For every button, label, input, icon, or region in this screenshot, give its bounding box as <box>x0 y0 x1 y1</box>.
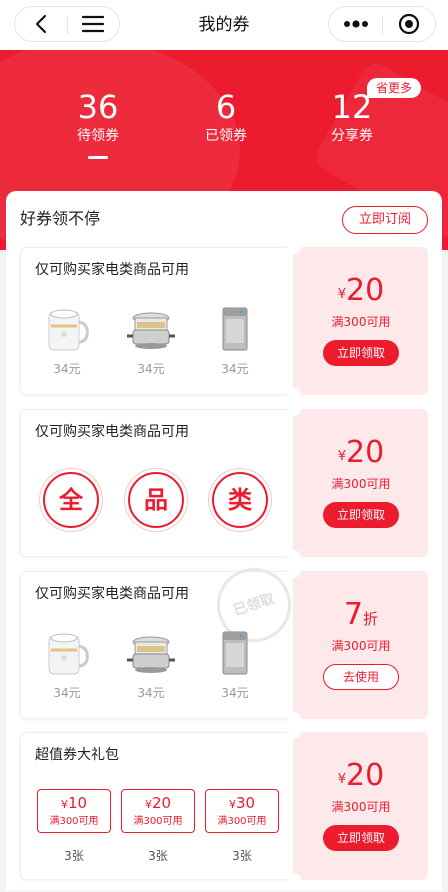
washing-machine-icon <box>203 296 267 354</box>
subscribe-button[interactable]: 立即订阅 <box>342 206 428 234</box>
stat-pending[interactable]: 36 待领券 <box>38 88 158 146</box>
product-price: 34元 <box>221 362 249 376</box>
product-item[interactable]: 34元 <box>203 296 267 377</box>
category-char: 全 <box>43 472 99 528</box>
coupon-value: 7折 满300可用 去使用 <box>294 571 428 719</box>
product-price: 34元 <box>137 362 165 376</box>
more-button[interactable] <box>329 7 382 41</box>
discount-unit: 折 <box>363 610 379 628</box>
currency-symbol: ¥ <box>228 798 236 811</box>
coupon-value: ¥20 满300可用 立即领取 <box>294 732 428 880</box>
ticket-notch <box>287 725 301 739</box>
coupon-amount: ¥20 <box>294 758 428 794</box>
coupon-name: 仅可购买家电类商品可用 <box>35 424 189 440</box>
save-more-badge[interactable]: 省更多 <box>367 78 421 98</box>
product-item[interactable]: 34元 <box>35 296 99 377</box>
product-price: 34元 <box>221 686 249 700</box>
amount-value: 20 <box>151 794 172 812</box>
coupon-name: 仅可购买家电类商品可用 <box>35 586 189 602</box>
coupon-info: 仅可购买家电类商品可用 34元 34元 34元 <box>20 247 294 395</box>
product-item[interactable]: 34元 <box>119 620 183 701</box>
more-dots-icon <box>343 20 368 28</box>
bundle-coupon: ¥10 满300可用 <box>37 789 111 833</box>
close-miniapp-button[interactable] <box>382 7 435 41</box>
kettle-icon <box>35 296 99 354</box>
nav-right-capsule <box>328 6 436 42</box>
stat-value: 36 <box>77 88 119 126</box>
amount-value: 20 <box>346 758 385 793</box>
product-price: 34元 <box>53 686 81 700</box>
stat-label: 分享券 <box>331 128 373 144</box>
coupon-info: 超值券大礼包 ¥10 满300可用 ¥20 满300可用 ¥30 满300可用 … <box>20 732 294 880</box>
coupon-condition: 满300可用 <box>331 639 391 653</box>
ticket-notch <box>287 240 301 254</box>
amount-value: 20 <box>346 435 385 470</box>
currency-symbol: ¥ <box>337 449 347 464</box>
currency-symbol: ¥ <box>337 287 347 302</box>
amount-value: 7 <box>343 597 364 632</box>
steamer-pot-icon <box>119 620 183 678</box>
stat-value: 6 <box>215 88 237 126</box>
amount-value: 30 <box>235 794 256 812</box>
ticket-notch <box>287 550 301 564</box>
bundle-count: 3张 <box>148 849 168 863</box>
claim-button[interactable]: 立即领取 <box>323 340 399 366</box>
category-char: 类 <box>212 472 268 528</box>
currency-symbol: ¥ <box>144 798 152 811</box>
ticket-notch <box>287 712 301 726</box>
bundle-coupon: ¥30 满300可用 <box>205 789 279 833</box>
claim-button[interactable]: 立即领取 <box>323 502 399 528</box>
category-char: 品 <box>128 472 184 528</box>
coupon-condition: 满300可用 <box>331 315 391 329</box>
use-button[interactable]: 去使用 <box>323 664 399 690</box>
coupon-card: 已领取 仅可购买家电类商品可用 34元 34元 34元 7折 满300可用 去使… <box>20 558 428 726</box>
product-item[interactable]: 34元 <box>119 296 183 377</box>
coupon-card: 仅可购买家电类商品可用 全 品 类 ¥20 满300可用 立即领取 <box>20 402 428 564</box>
product-price: 34元 <box>137 686 165 700</box>
bundle-count: 3张 <box>232 849 252 863</box>
currency-symbol: ¥ <box>337 772 347 787</box>
coupon-card: 超值券大礼包 ¥10 满300可用 ¥20 满300可用 ¥30 满300可用 … <box>20 725 428 887</box>
product-item[interactable]: 34元 <box>35 620 99 701</box>
steamer-pot-icon <box>119 296 183 354</box>
coupon-condition: 满300可用 <box>331 477 391 491</box>
coupon-name: 仅可购买家电类商品可用 <box>35 262 189 278</box>
bundle-count: 3张 <box>64 849 84 863</box>
coupon-amount: ¥20 <box>294 435 428 471</box>
coupon-condition: 满300可用 <box>133 816 183 827</box>
coupon-amount: ¥20 <box>294 273 428 309</box>
kettle-icon <box>35 620 99 678</box>
claim-button[interactable]: 立即领取 <box>323 825 399 851</box>
coupon-value: ¥20 满300可用 立即领取 <box>294 247 428 395</box>
coupon-value: ¥20 满300可用 立即领取 <box>294 409 428 557</box>
nav-bar: 我的券 <box>0 0 448 50</box>
coupon-condition: 满300可用 <box>49 816 99 827</box>
ticket-notch <box>287 402 301 416</box>
product-price: 34元 <box>53 362 81 376</box>
stat-received[interactable]: 6 已领券 <box>166 88 286 146</box>
amount-value: 20 <box>346 273 385 308</box>
currency-symbol: ¥ <box>60 798 68 811</box>
stat-label: 待领券 <box>77 128 119 144</box>
product-item[interactable]: 34元 <box>203 620 267 701</box>
coupon-amount: 7折 <box>294 597 428 633</box>
stat-label: 已领券 <box>205 128 247 144</box>
coupon-list-panel: 好券领不停 立即订阅 仅可购买家电类商品可用 34元 34元 34元 ¥20 满… <box>6 191 442 891</box>
ticket-notch <box>287 388 301 402</box>
coupon-card: 仅可购买家电类商品可用 34元 34元 34元 ¥20 满300可用 立即领取 <box>20 240 428 402</box>
amount-value: 10 <box>67 794 88 812</box>
washing-machine-icon <box>203 620 267 678</box>
coupon-info: 已领取 仅可购买家电类商品可用 34元 34元 34元 <box>20 558 301 719</box>
coupon-info: 仅可购买家电类商品可用 全 品 类 <box>20 409 294 557</box>
coupon-condition: 满300可用 <box>217 816 267 827</box>
coupon-name: 超值券大礼包 <box>35 747 119 763</box>
ticket-notch <box>287 873 301 887</box>
section-title: 好券领不停 <box>20 209 101 228</box>
record-icon <box>398 13 419 35</box>
coupon-condition: 满300可用 <box>331 800 391 814</box>
ticket-notch <box>287 564 301 578</box>
active-tab-indicator <box>88 156 108 159</box>
bundle-coupon: ¥20 满300可用 <box>121 789 195 833</box>
